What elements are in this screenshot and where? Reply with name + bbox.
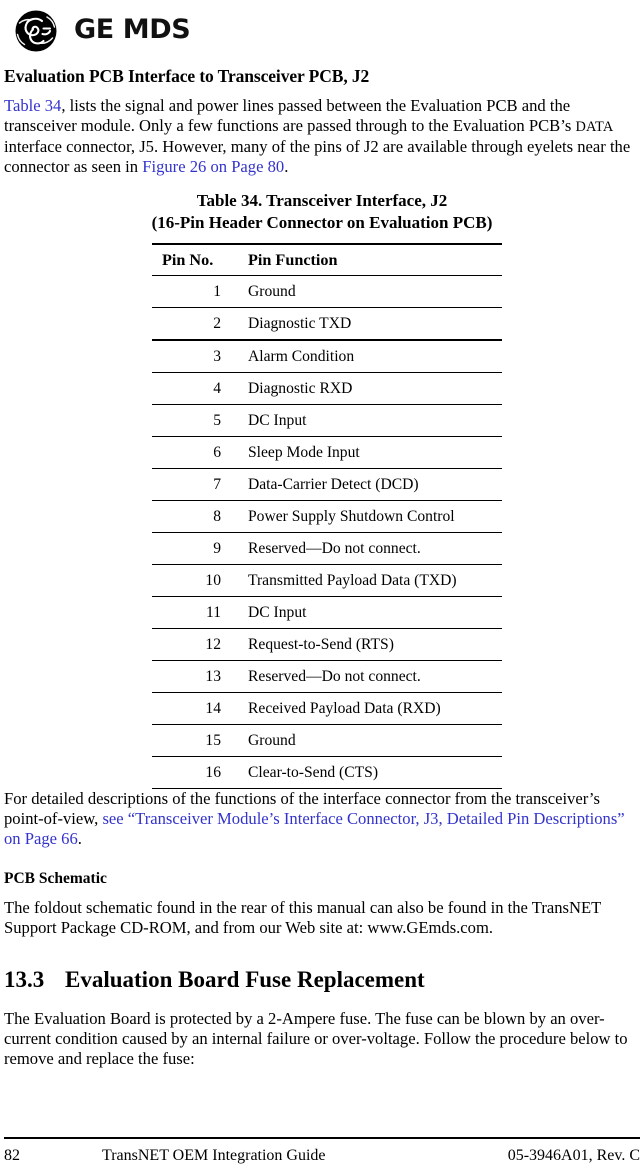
table-caption-line1: Table 34. Transceiver Interface, J2 bbox=[196, 191, 448, 211]
table-row: 6 Sleep Mode Input bbox=[152, 436, 502, 470]
cell-pin-no: 9 bbox=[152, 532, 234, 566]
footer-document-id: 05-3946A01, Rev. C bbox=[507, 1147, 640, 1164]
cell-pin-no: 11 bbox=[152, 596, 234, 630]
table-caption-line2: (16-Pin Header Connector on Evaluation P… bbox=[151, 213, 493, 233]
cell-pin-function: Alarm Condition bbox=[234, 340, 502, 374]
cell-pin-function: DC Input bbox=[234, 404, 502, 438]
table-head: Pin No. Pin Function bbox=[152, 243, 502, 277]
transceiver-interface-table: Pin No. Pin Function 1 Ground 2 Diagnostic … bbox=[152, 243, 502, 790]
brand-wordmark: GE MDS bbox=[74, 14, 191, 45]
table-row: 12 Request-to-Send (RTS) bbox=[152, 628, 502, 662]
table-row: 8 Power Supply Shutdown Control bbox=[152, 500, 502, 534]
intro-text-part1: , lists the signal and power lines passe… bbox=[4, 96, 576, 135]
section-title: Evaluation Board Fuse Replacement bbox=[65, 967, 425, 993]
after-table-paragraph: For detailed descriptions of the functio… bbox=[4, 789, 640, 848]
cell-pin-function: Diagnostic RXD bbox=[234, 372, 502, 406]
column-header-pin-function: Pin Function bbox=[234, 243, 502, 277]
intro-paragraph: Table 34, lists the signal and power lin… bbox=[4, 96, 640, 176]
cell-pin-function: Transmitted Payload Data (TXD) bbox=[234, 564, 502, 598]
page-footer: 82 TransNET OEM Integration Guide 05-394… bbox=[4, 1137, 640, 1165]
footer-divider bbox=[4, 1137, 640, 1139]
table-caption: Table 34. Transceiver Interface, J2 (16-… bbox=[4, 190, 640, 234]
cell-pin-function: Request-to-Send (RTS) bbox=[234, 628, 502, 662]
table-row: 5 DC Input bbox=[152, 404, 502, 438]
ge-monogram-icon bbox=[11, 6, 61, 56]
footer-document-title: TransNET OEM Integration Guide bbox=[102, 1147, 326, 1164]
cell-pin-function: Ground bbox=[234, 275, 502, 309]
column-header-pin-no: Pin No. bbox=[152, 243, 234, 277]
table-row: 9 Reserved—Do not connect. bbox=[152, 532, 502, 566]
cell-pin-no: 5 bbox=[152, 404, 234, 438]
cell-pin-no: 7 bbox=[152, 468, 234, 502]
cell-pin-function: Ground bbox=[234, 724, 502, 758]
pcb-schematic-paragraph: The foldout schematic found in the rear … bbox=[4, 898, 601, 937]
link-figure-26[interactable]: Figure 26 on Page 80 bbox=[142, 157, 284, 176]
cell-pin-function: Received Payload Data (RXD) bbox=[234, 692, 502, 726]
table-row: 14 Received Payload Data (RXD) bbox=[152, 692, 502, 726]
cell-pin-no: 6 bbox=[152, 436, 234, 470]
cell-pin-no: 2 bbox=[152, 307, 234, 342]
table-body: 1 Ground 2 Diagnostic TXD 3 Alarm Condition 4 D… bbox=[152, 275, 502, 790]
intro-data-smallcaps: DATA bbox=[575, 118, 614, 135]
cell-pin-function: Sleep Mode Input bbox=[234, 436, 502, 470]
cell-pin-no: 4 bbox=[152, 372, 234, 406]
cell-pin-function: Clear-to-Send (CTS) bbox=[234, 756, 502, 790]
section-heading: 13.3 Evaluation Board Fuse Replacement bbox=[4, 967, 640, 993]
section-paragraph: The Evaluation Board is protected by a 2… bbox=[4, 1009, 628, 1068]
page-header: GE MDS bbox=[4, 0, 640, 58]
table-row: 3 Alarm Condition bbox=[152, 340, 502, 374]
page-subheading: Evaluation PCB Interface to Transceiver … bbox=[4, 66, 370, 86]
cell-pin-no: 3 bbox=[152, 340, 234, 374]
cell-pin-no: 12 bbox=[152, 628, 234, 662]
table-row: 11 DC Input bbox=[152, 596, 502, 630]
pcb-schematic-heading: PCB Schematic bbox=[4, 870, 107, 888]
table-row: 4 Diagnostic RXD bbox=[152, 372, 502, 406]
intro-text-part3: . bbox=[284, 156, 289, 176]
table-row: 1 Ground bbox=[152, 275, 502, 309]
table-row: 13 Reserved—Do not connect. bbox=[152, 660, 502, 694]
cell-pin-function: Data-Carrier Detect (DCD) bbox=[234, 468, 502, 502]
cell-pin-no: 16 bbox=[152, 756, 234, 790]
cell-pin-function: Reserved—Do not connect. bbox=[234, 660, 502, 694]
section-number: 13.3 bbox=[4, 967, 45, 993]
cell-pin-function: Diagnostic TXD bbox=[234, 307, 502, 342]
footer-page-number: 82 bbox=[4, 1147, 20, 1164]
table-header-row: Pin No. Pin Function bbox=[152, 243, 502, 277]
cell-pin-function: Power Supply Shutdown Control bbox=[234, 500, 502, 534]
document-page: GE MDS Evaluation PCB Interface to Trans… bbox=[0, 0, 644, 1173]
table-row: 10 Transmitted Payload Data (TXD) bbox=[152, 564, 502, 598]
table-row: 16 Clear-to-Send (CTS) bbox=[152, 756, 502, 790]
table-row: 7 Data-Carrier Detect (DCD) bbox=[152, 468, 502, 502]
link-table-34[interactable]: Table 34 bbox=[4, 96, 61, 115]
cell-pin-no: 10 bbox=[152, 564, 234, 598]
cell-pin-function: DC Input bbox=[234, 596, 502, 630]
cell-pin-no: 1 bbox=[152, 275, 234, 309]
footer-row: 82 TransNET OEM Integration Guide 05-394… bbox=[4, 1147, 640, 1165]
cell-pin-no: 15 bbox=[152, 724, 234, 758]
cell-pin-no: 14 bbox=[152, 692, 234, 726]
cell-pin-function: Reserved—Do not connect. bbox=[234, 532, 502, 566]
cell-pin-no: 8 bbox=[152, 500, 234, 534]
after-table-text-part2: . bbox=[77, 828, 82, 848]
intro-text-part2: interface connector, J5. However, many o… bbox=[4, 137, 631, 176]
table-row: 15 Ground bbox=[152, 724, 502, 758]
table-row: 2 Diagnostic TXD bbox=[152, 307, 502, 342]
cell-pin-no: 13 bbox=[152, 660, 234, 694]
